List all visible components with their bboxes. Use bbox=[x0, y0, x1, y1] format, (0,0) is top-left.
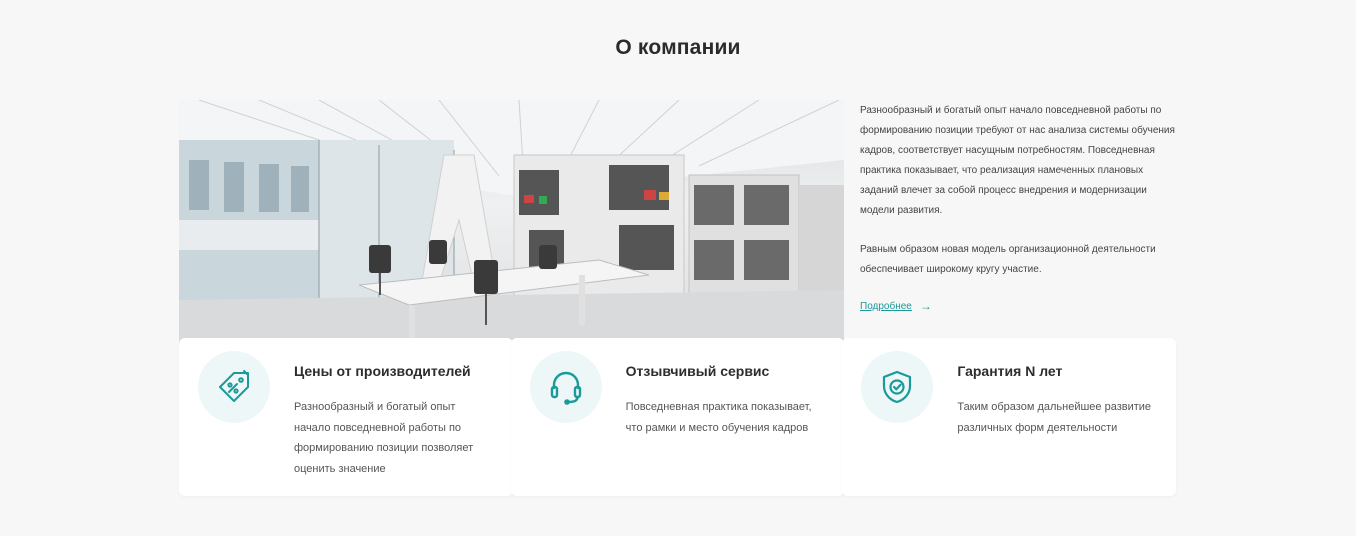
feature-card-prices: Цены от производителей Разнообразный и б… bbox=[179, 338, 513, 496]
shield-check-icon bbox=[861, 351, 934, 423]
about-paragraph-2: Равным образом новая модель организацион… bbox=[860, 244, 1156, 275]
price-tag-icon bbox=[198, 351, 270, 423]
about-description: Разнообразный и богатый опыт начало повс… bbox=[860, 101, 1180, 299]
about-paragraph-1: Разнообразный и богатый опыт начало повс… bbox=[860, 105, 1175, 216]
feature-title: Отзывчивый сервис bbox=[625, 363, 770, 379]
feature-card-service: Отзывчивый сервис Повседневная практика … bbox=[510, 338, 845, 496]
features-row: Цены от производителей Разнообразный и б… bbox=[179, 338, 1177, 496]
feature-title: Гарантия N лет bbox=[957, 363, 1063, 379]
page-title: О компании bbox=[615, 36, 741, 59]
feature-text: Разнообразный и богатый опыт начало повс… bbox=[294, 401, 474, 475]
arrow-right-icon: → bbox=[919, 299, 932, 313]
headset-icon bbox=[529, 351, 602, 423]
office-interior-photo bbox=[179, 100, 844, 360]
more-link-label: Подробнее bbox=[860, 300, 912, 312]
more-link[interactable]: Подробнее → bbox=[860, 299, 932, 313]
feature-title: Цены от производителей bbox=[294, 363, 471, 379]
feature-card-guarantee: Гарантия N лет Таким образом дальнейшее … bbox=[842, 338, 1177, 496]
feature-text: Повседневная практика показывает, что ра… bbox=[625, 401, 812, 434]
feature-text: Таким образом дальнейшее развитие различ… bbox=[957, 401, 1152, 434]
